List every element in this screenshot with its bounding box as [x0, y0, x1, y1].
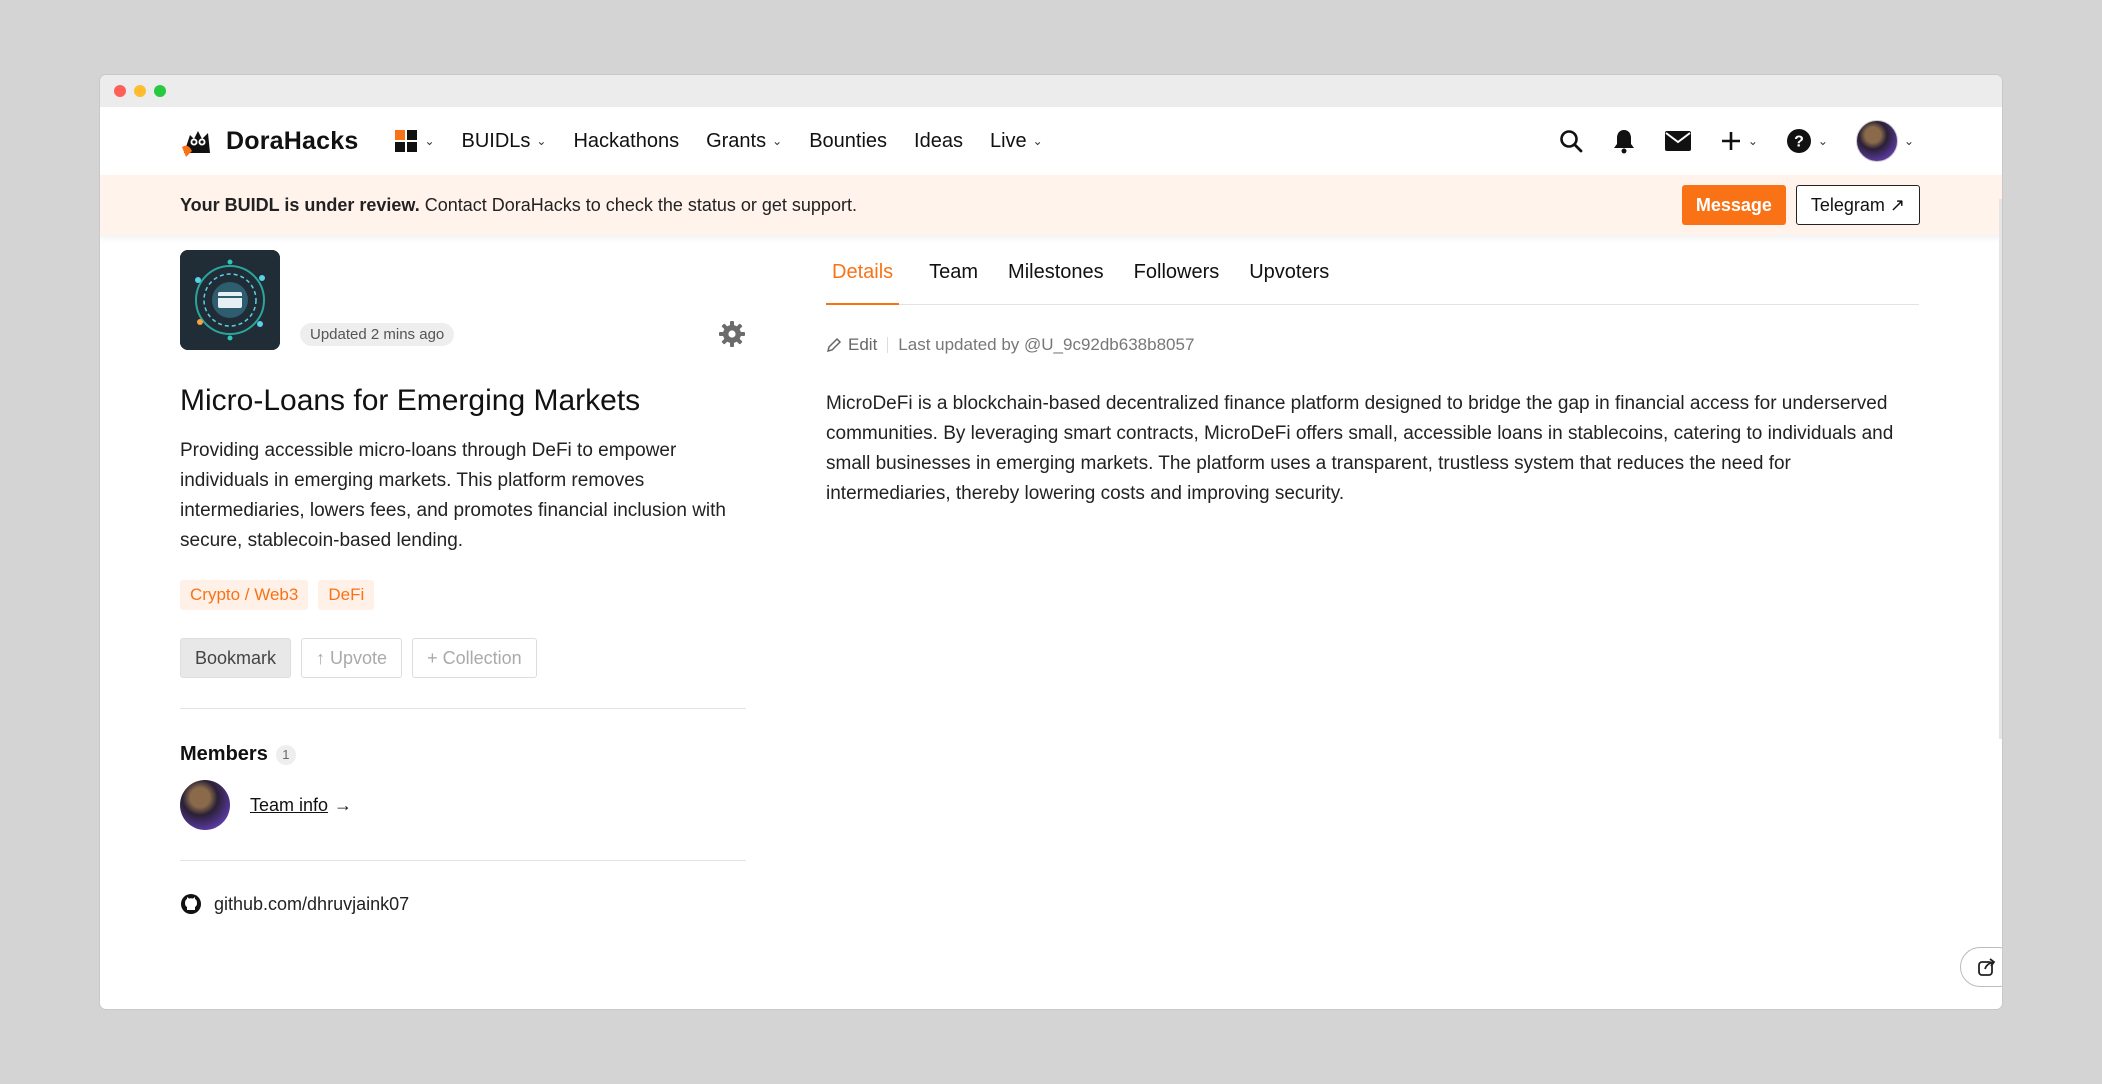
chevron-down-icon: ⌄ [1032, 134, 1043, 148]
window-titlebar [100, 75, 2002, 107]
team-info-link[interactable]: Team info [250, 795, 328, 815]
search-button[interactable] [1558, 128, 1584, 154]
share-icon [1978, 958, 1996, 976]
team-info-link-wrap[interactable]: Team info → [250, 795, 352, 816]
gear-icon [719, 321, 745, 347]
separator [887, 337, 889, 353]
help-icon: ? [1786, 129, 1811, 153]
tab-details[interactable]: Details [826, 261, 900, 305]
help-menu[interactable]: ? ⌄ [1786, 128, 1828, 154]
project-tabs: Details Team Milestones Followers Upvote… [826, 261, 1919, 305]
browser-window: DoraHacks ⌄ BUIDLs ⌄ Hackathons Grants ⌄… [100, 75, 2002, 1009]
chevron-down-icon: ⌄ [424, 134, 435, 148]
bookmark-button[interactable]: Bookmark [180, 638, 292, 678]
member-row: Team info → [180, 780, 746, 830]
project-tags: Crypto / Web3 DeFi [180, 580, 746, 610]
nav-item-ideas[interactable]: Ideas [914, 130, 963, 153]
nav-item-label: Bounties [809, 129, 888, 152]
review-banner: Your BUIDL is under review. Contact Dora… [100, 175, 2002, 235]
avatar [1855, 120, 1898, 162]
project-sidebar: Updated 2 mins ago Micro-Loans for Emerg… [180, 250, 746, 915]
brand-name: DoraHacks [226, 126, 359, 155]
project-main: Details Team Milestones Followers Upvote… [826, 261, 1919, 509]
create-menu[interactable]: ⌄ [1720, 130, 1758, 152]
project-details-text: MicroDeFi is a blockchain-based decentra… [826, 393, 1894, 504]
divider [180, 860, 746, 861]
grid-icon [395, 130, 418, 152]
updated-badge: Updated 2 mins ago [300, 323, 455, 346]
apps-menu[interactable]: ⌄ [394, 129, 435, 153]
banner-actions: Message Telegram ↗ [1681, 185, 1920, 225]
chevron-down-icon: ⌄ [1903, 134, 1914, 148]
members-count-badge: 1 [275, 744, 296, 765]
pencil-icon [826, 337, 842, 353]
share-button[interactable] [1960, 947, 2002, 987]
maximize-window-button[interactable] [154, 85, 166, 97]
tag-crypto-web3[interactable]: Crypto / Web3 [180, 580, 309, 610]
nav-item-hackathons[interactable]: Hackathons [573, 130, 679, 153]
upvote-button[interactable]: ↑ Upvote [301, 638, 403, 678]
nav-item-label: Hackathons [573, 129, 680, 152]
nav-actions: ⌄ ? ⌄ ⌄ [1558, 107, 1914, 175]
user-menu[interactable]: ⌄ [1855, 120, 1914, 162]
dorahacks-logo-icon [182, 131, 210, 157]
scrollbar[interactable] [1999, 199, 2002, 739]
edit-button[interactable]: Edit [826, 335, 877, 355]
github-url[interactable]: github.com/dhruvjaink07 [214, 894, 409, 915]
mail-icon [1664, 131, 1691, 151]
project-title: Micro-Loans for Emerging Markets [180, 384, 641, 417]
github-link[interactable]: github.com/dhruvjaink07 [180, 893, 746, 915]
project-logo [180, 250, 280, 350]
nav-item-grants[interactable]: Grants ⌄ [706, 130, 782, 153]
members-title: Members [180, 743, 268, 765]
project-description: Providing accessible micro-loans through… [180, 440, 726, 551]
top-navbar: DoraHacks ⌄ BUIDLs ⌄ Hackathons Grants ⌄… [100, 107, 2002, 175]
tab-upvoters[interactable]: Upvoters [1249, 261, 1329, 304]
notifications-button[interactable] [1612, 128, 1636, 154]
plus-icon [1721, 132, 1740, 150]
nav-item-buidls[interactable]: BUIDLs ⌄ [462, 130, 547, 153]
nav-item-live[interactable]: Live ⌄ [990, 130, 1043, 153]
telegram-button[interactable]: Telegram ↗ [1795, 185, 1920, 225]
chevron-down-icon: ⌄ [1817, 134, 1828, 148]
github-icon [181, 894, 201, 914]
nav-item-label: Live [989, 129, 1027, 152]
divider [180, 708, 746, 709]
members-header: Members 1 [180, 743, 746, 766]
page-content: Updated 2 mins ago Micro-Loans for Emerg… [100, 235, 2002, 1009]
nav-item-label: Ideas [914, 129, 963, 152]
banner-bold-text: Your BUIDL is under review. [180, 194, 420, 215]
nav-menu: ⌄ BUIDLs ⌄ Hackathons Grants ⌄ Bounties … [394, 129, 1043, 153]
chevron-down-icon: ⌄ [1747, 134, 1758, 148]
messages-button[interactable] [1664, 130, 1692, 152]
arrow-right-icon: → [334, 794, 353, 815]
dorahacks-logo[interactable]: DoraHacks [180, 123, 358, 159]
add-to-collection-button[interactable]: + Collection [412, 638, 537, 678]
project-logo-icon [180, 250, 280, 350]
banner-message: Contact DoraHacks to check the status or… [419, 194, 857, 215]
svg-text:?: ? [1794, 134, 1804, 151]
message-button[interactable]: Message [1681, 185, 1786, 225]
chevron-down-icon: ⌄ [536, 134, 547, 148]
last-updated-text: Last updated by @U_9c92db638b8057 [898, 335, 1195, 354]
nav-item-bounties[interactable]: Bounties [809, 130, 887, 153]
project-actions: Bookmark ↑ Upvote + Collection [180, 638, 746, 678]
chevron-down-icon: ⌄ [772, 134, 783, 148]
tag-defi[interactable]: DeFi [318, 580, 375, 610]
settings-button[interactable] [718, 320, 746, 353]
close-window-button[interactable] [114, 85, 126, 97]
edit-label: Edit [848, 335, 878, 354]
tab-milestones[interactable]: Milestones [1008, 261, 1104, 304]
nav-item-label: Grants [706, 129, 767, 152]
search-icon [1560, 130, 1583, 153]
bell-icon [1613, 130, 1634, 154]
banner-text: Your BUIDL is under review. Contact Dora… [180, 195, 857, 216]
tab-team[interactable]: Team [929, 261, 978, 304]
minimize-window-button[interactable] [134, 85, 146, 97]
tab-followers[interactable]: Followers [1134, 261, 1220, 304]
member-avatar[interactable] [180, 780, 230, 830]
edit-row: Edit Last updated by @U_9c92db638b8057 [826, 335, 1919, 355]
nav-item-label: BUIDLs [461, 129, 531, 152]
